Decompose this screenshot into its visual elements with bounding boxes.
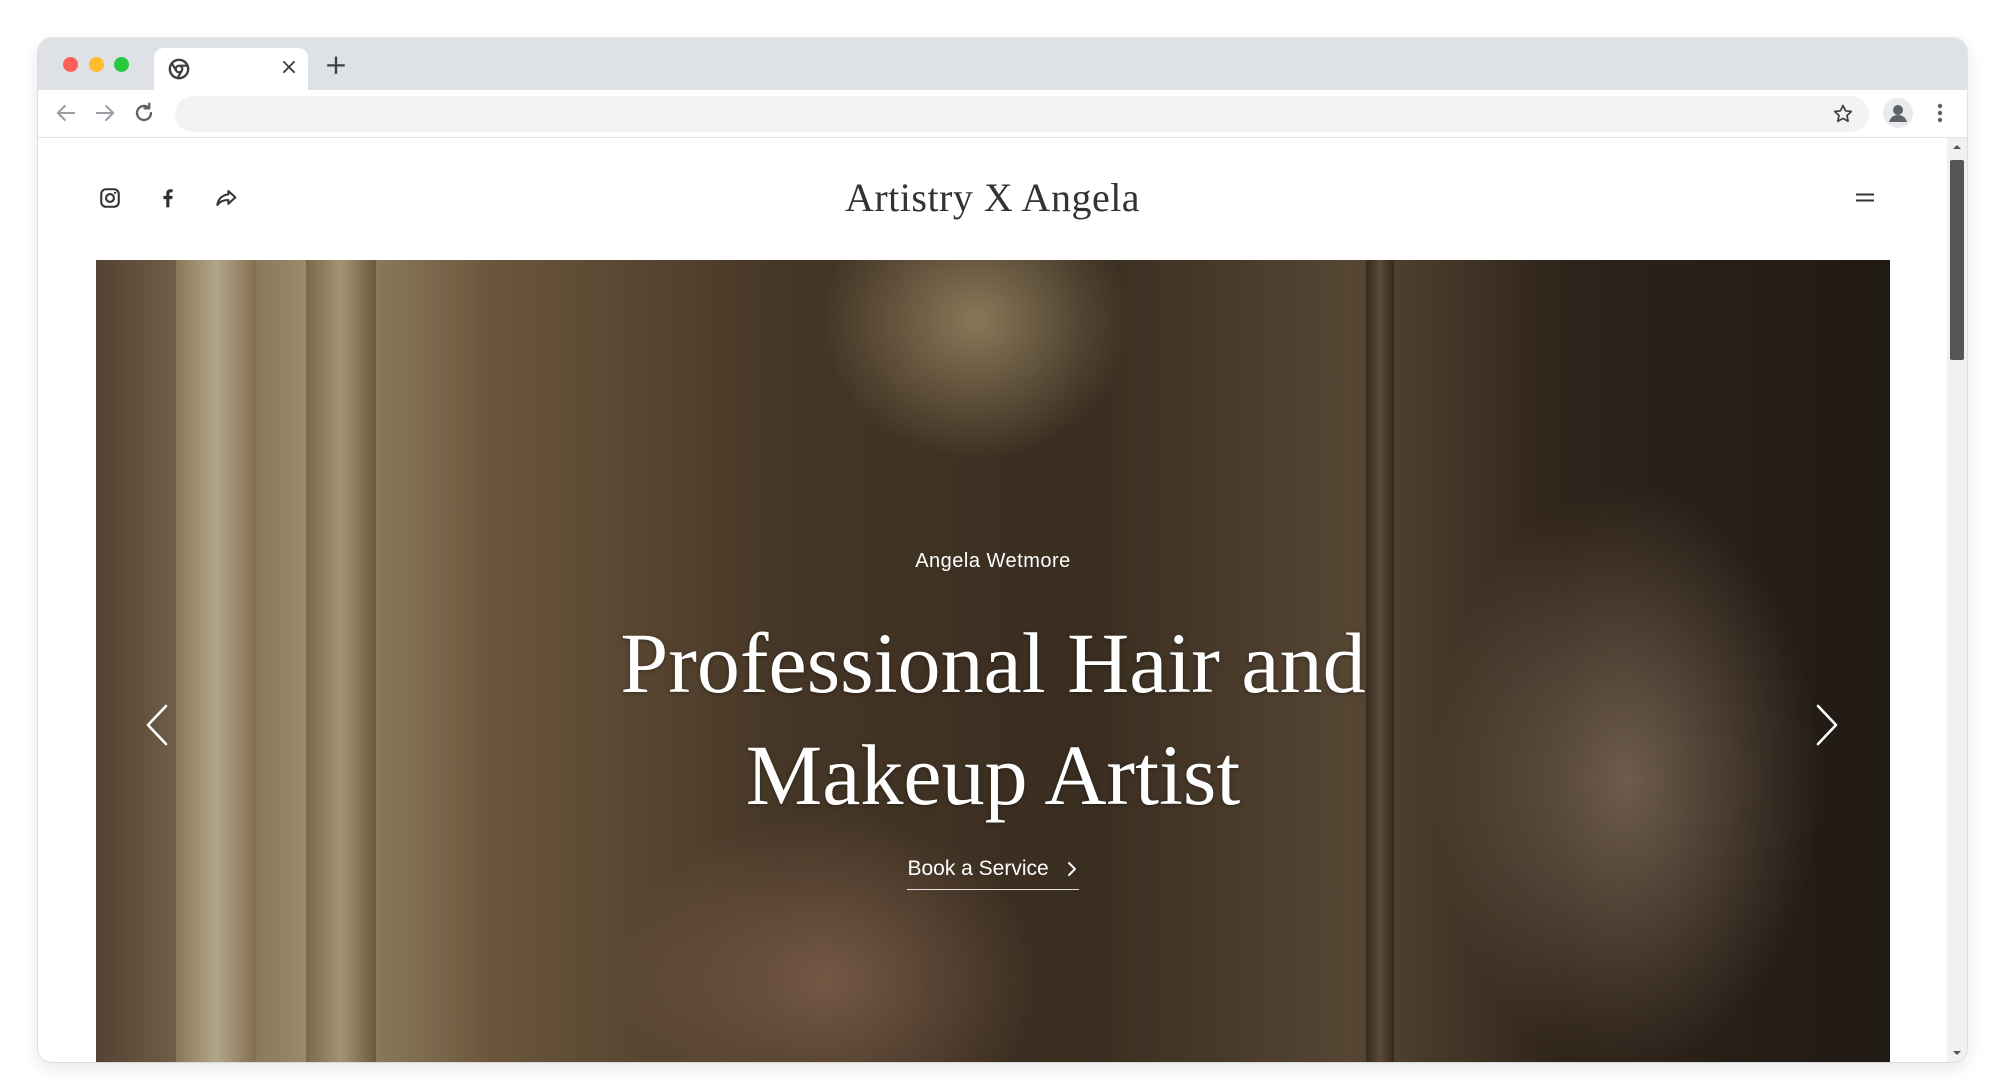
new-tab-button[interactable]: + (321, 50, 351, 80)
reload-button[interactable] (130, 99, 158, 127)
scroll-down-arrow-icon[interactable] (1947, 1044, 1967, 1062)
forward-button[interactable] (91, 99, 119, 127)
hero-content: Angela Wetmore Professional Hair and Mak… (96, 550, 1890, 890)
arrow-left-icon (56, 104, 76, 122)
book-service-label: Book a Service (907, 857, 1049, 880)
site-header: Artistry X Angela (38, 138, 1947, 258)
browser-tab[interactable]: × (154, 48, 308, 90)
site-brand-title[interactable]: Artistry X Angela (38, 174, 1947, 221)
previous-slide-arrow-icon[interactable] (142, 702, 172, 748)
next-slide-arrow-icon[interactable] (1812, 702, 1842, 748)
browser-toolbar (38, 90, 1967, 138)
person-icon (1889, 105, 1907, 122)
bookmark-star-icon[interactable] (1831, 102, 1855, 126)
chrome-favicon-icon (168, 58, 190, 80)
hamburger-menu-icon[interactable] (1850, 182, 1880, 212)
hero-title-line: Professional Hair and (620, 615, 1366, 711)
hero-title: Professional Hair and Makeup Artist (96, 607, 1890, 831)
hero-title-line: Makeup Artist (745, 727, 1241, 823)
tab-bar: × + (38, 38, 1967, 90)
close-window-button[interactable] (63, 57, 78, 72)
arrow-right-icon (95, 104, 115, 122)
profile-avatar-button[interactable] (1883, 98, 1913, 128)
minimize-window-button[interactable] (89, 57, 104, 72)
hero-slideshow: Angela Wetmore Professional Hair and Mak… (96, 260, 1890, 1062)
vertical-scrollbar[interactable] (1947, 138, 1967, 1062)
scrollbar-thumb[interactable] (1950, 160, 1964, 360)
page-viewport: Artistry X Angela Angela Wetmore Profess… (38, 138, 1967, 1062)
close-tab-icon[interactable]: × (276, 55, 302, 81)
address-bar[interactable] (175, 96, 1869, 132)
reload-icon (135, 102, 153, 122)
hero-eyebrow: Angela Wetmore (915, 550, 1071, 572)
more-vert-icon[interactable] (1930, 99, 1950, 127)
back-button[interactable] (52, 99, 80, 127)
chevron-right-icon (1067, 862, 1076, 877)
maximize-window-button[interactable] (114, 57, 129, 72)
browser-window: × + Artistry X Angela Angela Wetmore Pro… (38, 38, 1967, 1062)
scroll-up-arrow-icon[interactable] (1947, 138, 1967, 156)
book-service-link[interactable]: Book a Service (907, 857, 1079, 890)
